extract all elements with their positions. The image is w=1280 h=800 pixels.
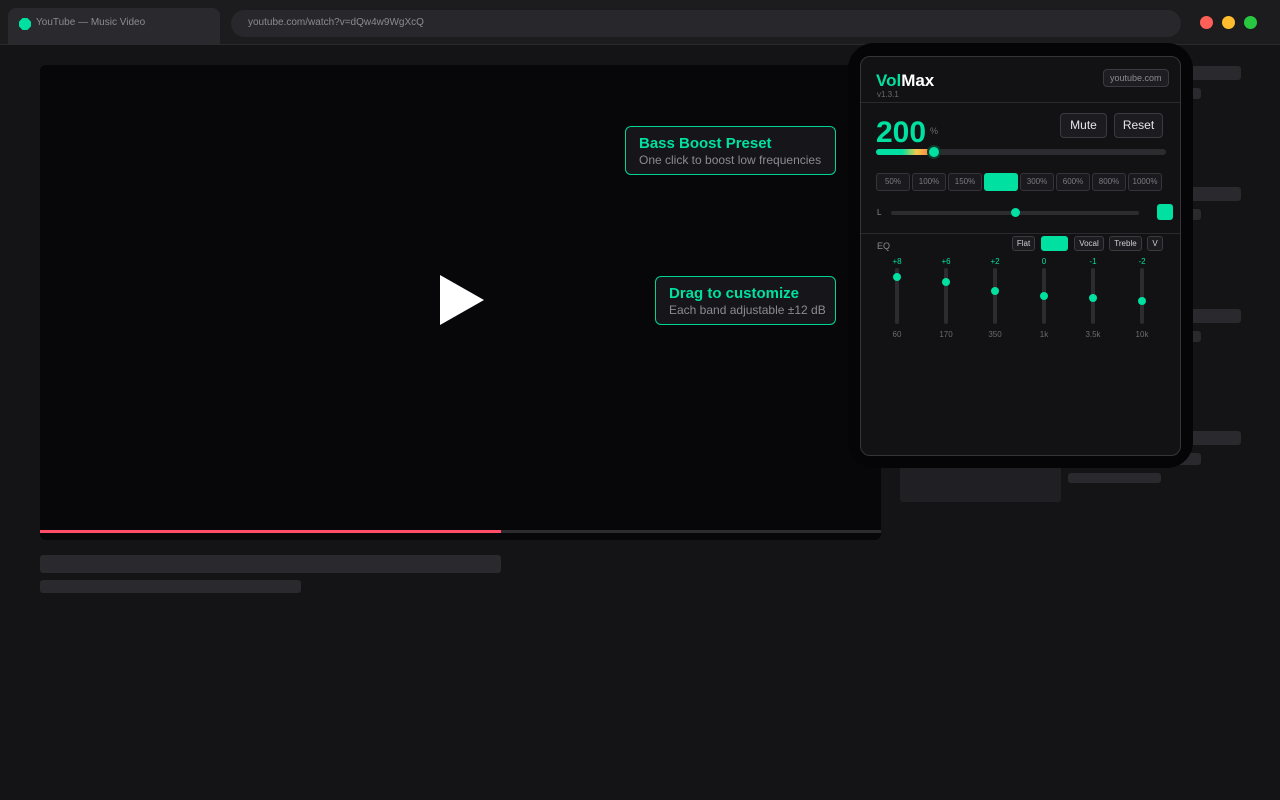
eq-band-gain: -1 — [1089, 257, 1097, 266]
eq-band-gain: +8 — [892, 257, 902, 266]
eq-label: EQ — [877, 241, 891, 251]
eq-band-gain: -2 — [1138, 257, 1146, 266]
eq-band-handle[interactable] — [1089, 294, 1097, 303]
window-close-button[interactable] — [1200, 16, 1213, 29]
eq-preset-button[interactable]: Bass — [1041, 236, 1068, 251]
mute-button[interactable]: Mute — [1060, 113, 1107, 138]
site-badge: youtube.com — [1103, 69, 1169, 87]
play-icon[interactable] — [440, 275, 484, 325]
address-bar[interactable]: youtube.com/watch?v=dQw4w9WgXcQ — [231, 10, 1181, 37]
eq-band-frequency: 170 — [939, 330, 953, 339]
eq-band-slider[interactable] — [991, 268, 999, 324]
reset-button[interactable]: Reset — [1114, 113, 1163, 138]
eq-band: 0 1k — [1032, 257, 1056, 339]
balance-label: L — [877, 208, 882, 217]
eq-divider — [861, 233, 1180, 234]
window-maximize-button[interactable] — [1244, 16, 1257, 29]
eq-band-frequency: 3.5k — [1085, 330, 1101, 339]
eq-band-slider[interactable] — [1040, 268, 1048, 324]
eq-preset-button[interactable]: Vocal — [1074, 236, 1104, 251]
eq-band-frequency: 10k — [1135, 330, 1149, 339]
eq-band: -1 3.5k — [1081, 257, 1105, 339]
recommendation-meta-placeholder — [1068, 473, 1161, 483]
extension-logo: VolMax — [876, 71, 934, 91]
browser-tab[interactable]: YouTube — Music Video — [8, 8, 220, 44]
eq-band-slider[interactable] — [1089, 268, 1097, 324]
volume-slider-handle[interactable] — [927, 145, 941, 159]
callout-title: Bass Boost Preset — [639, 135, 772, 152]
eq-band-handle[interactable] — [893, 273, 901, 282]
volume-preset-button[interactable]: 100% — [912, 173, 946, 191]
callout-title: Drag to customize — [669, 285, 800, 302]
eq-band: +6 170 — [934, 257, 958, 339]
header-divider — [861, 102, 1180, 103]
video-title-placeholder — [40, 555, 501, 573]
eq-band-frequency: 350 — [988, 330, 1002, 339]
volume-unit: % — [930, 126, 939, 136]
browser-toolbar: YouTube — Music Video youtube.com/watch?… — [0, 0, 1280, 45]
eq-band-frequency: 60 — [892, 330, 902, 339]
extension-version: v1.3.1 — [877, 90, 899, 99]
volume-preset-button[interactable]: 1000% — [1128, 173, 1162, 191]
video-progress-bar[interactable] — [40, 530, 881, 533]
logo-text-secondary: Max — [901, 71, 935, 90]
window-minimize-button[interactable] — [1222, 16, 1235, 29]
video-progress-fill — [40, 530, 501, 533]
callout-subtitle: One click to boost low frequencies — [639, 153, 822, 167]
tab-title: YouTube — Music Video — [36, 17, 146, 28]
callout-subtitle: Each band adjustable ±12 dB — [669, 303, 826, 317]
volume-preset-button[interactable]: 600% — [1056, 173, 1090, 191]
eq-band-frequency: 1k — [1039, 330, 1049, 339]
balance-toggle[interactable] — [1157, 204, 1173, 220]
eq-band-gain: 0 — [1041, 257, 1047, 266]
volume-preset-button[interactable]: 150% — [948, 173, 982, 191]
eq-band-handle[interactable] — [1138, 296, 1146, 305]
eq-band-slider[interactable] — [1138, 268, 1146, 324]
eq-preset-button[interactable]: Treble — [1109, 236, 1142, 251]
volume-preset-button[interactable]: 50% — [876, 173, 910, 191]
tab-favicon-icon — [19, 18, 31, 30]
drag-customize-callout: Drag to customize Each band adjustable ±… — [655, 276, 836, 325]
channel-info-placeholder — [40, 580, 301, 593]
address-bar-url: youtube.com/watch?v=dQw4w9WgXcQ — [248, 17, 424, 28]
eq-band-handle[interactable] — [1040, 292, 1048, 300]
eq-preset-button[interactable]: V — [1147, 236, 1163, 251]
eq-preset-button[interactable]: Flat — [1012, 236, 1035, 251]
balance-slider[interactable] — [891, 208, 1139, 217]
volume-slider-fill — [876, 149, 934, 155]
bass-boost-callout: Bass Boost Preset One click to boost low… — [625, 126, 836, 175]
eq-band-slider[interactable] — [893, 268, 901, 324]
volume-readout: 200 — [876, 116, 927, 149]
eq-band: +8 60 — [885, 257, 909, 339]
eq-band-gain: +2 — [990, 257, 1000, 266]
eq-band: +2 350 — [983, 257, 1007, 339]
logo-text-primary: Vol — [876, 71, 902, 90]
eq-band-handle[interactable] — [942, 278, 950, 286]
eq-band-gain: +6 — [941, 257, 951, 266]
eq-band-slider[interactable] — [942, 268, 950, 324]
balance-slider-handle[interactable] — [1011, 208, 1020, 217]
volume-preset-button[interactable]: 300% — [1020, 173, 1054, 191]
volume-preset-button[interactable]: 200% — [984, 173, 1018, 191]
eq-band-handle[interactable] — [991, 287, 999, 296]
volume-preset-button[interactable]: 800% — [1092, 173, 1126, 191]
eq-band: -2 10k — [1130, 257, 1154, 339]
extension-popup: VolMax v1.3.1 youtube.com 200 % Mute Res… — [860, 56, 1181, 456]
volume-slider[interactable] — [876, 145, 1166, 159]
